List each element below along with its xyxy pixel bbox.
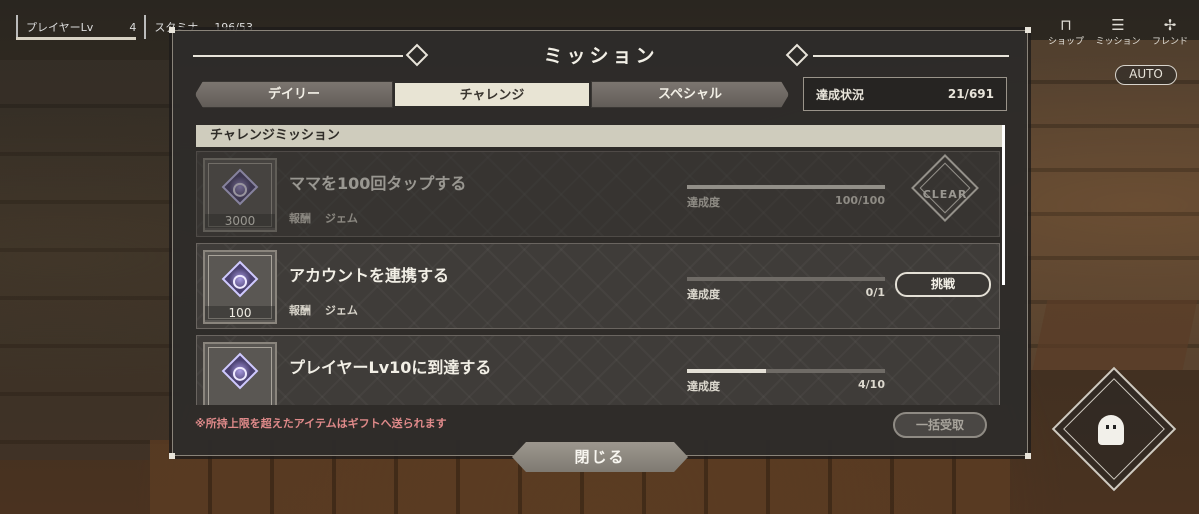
scrollbar[interactable] [1002, 125, 1005, 285]
reward-box [203, 342, 277, 405]
ghost-icon [1098, 415, 1124, 445]
top-menu: ⊓ ショップ ☰ ミッション ✢ フレンド [1043, 16, 1193, 47]
clear-badge-label: CLEAR [922, 188, 968, 201]
mission-list[interactable]: 3000 ママを100回タップする 報酬 ジェム 達成度 100/100 CLE… [196, 151, 1002, 405]
background-blocks [1032, 300, 1198, 370]
reward-quantity: 3000 [205, 214, 275, 228]
mission-title: アカウントを連携する [289, 266, 450, 285]
shop-icon: ⊓ [1060, 16, 1072, 34]
mission-row: 3000 ママを100回タップする 報酬 ジェム 達成度 100/100 CLE… [196, 151, 1000, 237]
reward-item: ジェム [324, 212, 358, 225]
progress-label: 達成度 [687, 288, 720, 301]
shop-label: ショップ [1047, 37, 1084, 47]
progress-bar [687, 369, 885, 373]
friend-icon: ✢ [1163, 16, 1177, 34]
progress-label: 達成度 [687, 196, 720, 209]
mission-tabs: デイリー チャレンジ スペシャル [195, 81, 789, 108]
close-button[interactable]: 閉じる [512, 442, 688, 472]
friend-button[interactable]: ✢ フレンド [1147, 16, 1193, 47]
progress-bar [687, 277, 885, 281]
background-wall-left [0, 60, 180, 460]
player-level: プレイヤーLv 4 [16, 15, 144, 39]
progress-bar [687, 185, 885, 189]
corner-ornament [1025, 27, 1031, 33]
mission-title: ママを100回タップする [289, 174, 467, 193]
mission-label: ミッション [1095, 37, 1141, 47]
reward-label: 報酬 [289, 304, 311, 317]
tab-challenge[interactable]: チャレンジ [393, 81, 591, 108]
progress-fill [687, 185, 885, 189]
achievement-status-value: 21/691 [947, 87, 994, 101]
mission-row: 100 アカウントを連携する 報酬 ジェム 達成度 0/1 挑戦 [196, 243, 1000, 329]
auto-button[interactable]: AUTO [1115, 65, 1177, 85]
progress-fill [687, 369, 767, 373]
corner-ornament [169, 27, 175, 33]
player-exp-bar [16, 37, 136, 40]
reward-box: 3000 [203, 158, 277, 232]
shop-button[interactable]: ⊓ ショップ [1043, 16, 1089, 47]
section-header: チャレンジミッション [196, 125, 1003, 147]
mission-icon: ☰ [1111, 16, 1125, 34]
dialog-title: ミッション [543, 45, 659, 67]
player-level-value: 4 [129, 20, 137, 34]
corner-ornament [1025, 453, 1031, 459]
tab-special[interactable]: スペシャル [591, 81, 789, 108]
reward-label: 報酬 [289, 212, 311, 225]
achievement-status: 達成状況 21/691 [803, 77, 1007, 111]
friend-label: フレンド [1151, 37, 1188, 47]
corner-ornament [169, 453, 175, 459]
mission-row: プレイヤーLv10に到達する 達成度 4/10 [196, 335, 1000, 405]
mission-reward: 報酬 ジェム [289, 210, 358, 226]
progress-value: 100/100 [835, 194, 885, 207]
tab-daily[interactable]: デイリー [195, 81, 393, 108]
progress-value: 0/1 [865, 286, 885, 299]
mission-button[interactable]: ☰ ミッション [1095, 16, 1141, 47]
mission-title: プレイヤーLv10に到達する [289, 358, 492, 377]
reward-quantity: 100 [205, 306, 275, 320]
mission-reward: 報酬 ジェム [289, 302, 358, 318]
progress-value: 4/10 [858, 378, 885, 391]
dialog-header: ミッション [193, 43, 1009, 67]
achievement-status-label: 達成状況 [816, 87, 865, 102]
gift-overflow-note: ※所持上限を超えたアイテムはギフトへ送られます [195, 417, 447, 430]
reward-item: ジェム [324, 304, 358, 317]
player-level-label: プレイヤーLv [26, 21, 94, 34]
mission-dialog: ミッション デイリー チャレンジ スペシャル 達成状況 21/691 チャレンジ… [169, 27, 1031, 459]
progress-label: 達成度 [687, 380, 720, 393]
bulk-receive-button[interactable]: 一括受取 [893, 412, 987, 438]
reward-box: 100 [203, 250, 277, 324]
challenge-button[interactable]: 挑戦 [895, 272, 991, 297]
